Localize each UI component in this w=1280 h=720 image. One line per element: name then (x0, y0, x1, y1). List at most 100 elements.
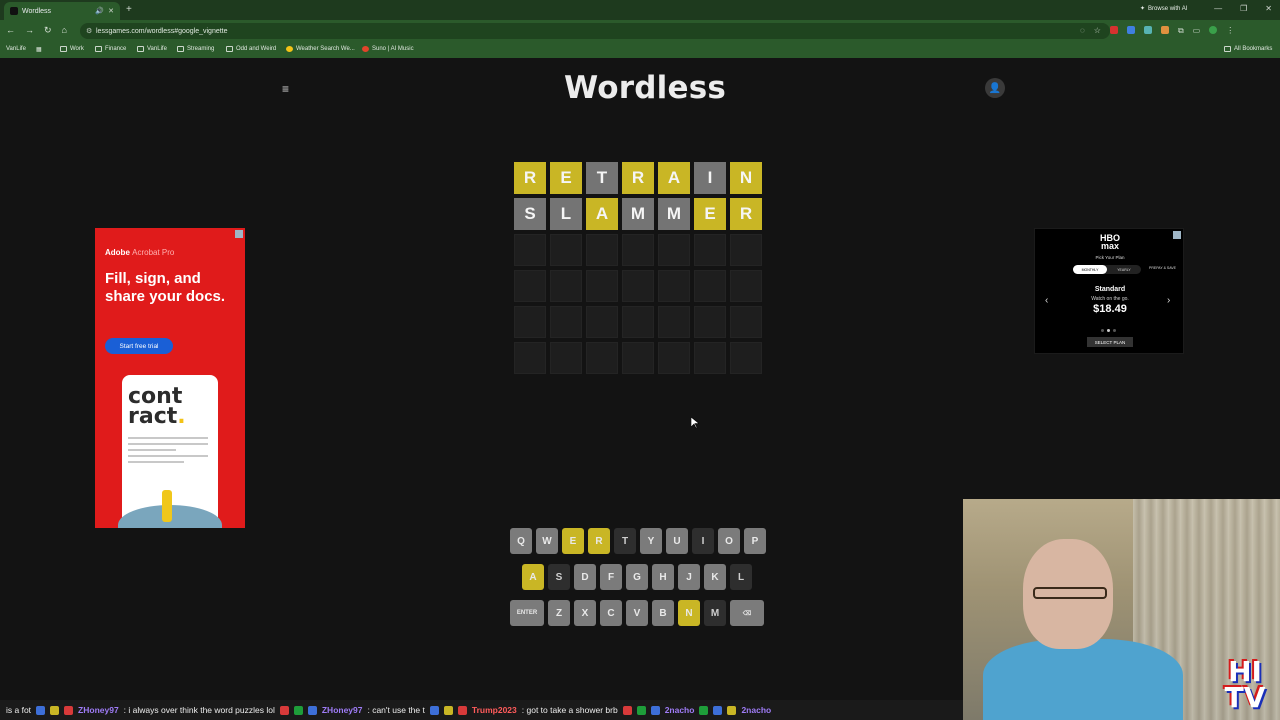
tab-favicon-icon (10, 7, 18, 15)
letter-tile (550, 342, 582, 374)
monthly-option[interactable]: MONTHLY (1073, 265, 1107, 274)
key-i[interactable]: I (692, 528, 714, 554)
mouse-cursor-icon (690, 416, 700, 434)
home-icon[interactable]: ⌂ (62, 25, 67, 36)
chat-message-text: : got to take a shower brb (521, 705, 618, 715)
bookmark-folder-streaming[interactable]: Streaming (177, 46, 214, 52)
bookmark-folder-vanlife[interactable]: VanLife (137, 46, 167, 52)
bookmark-folder-work[interactable]: Work (60, 46, 84, 52)
bookmark-suno[interactable]: Suno | AI Music (362, 46, 414, 52)
backspace-key[interactable]: ⌫ (730, 600, 764, 626)
pick-plan-text: Pick Your Plan (1095, 255, 1125, 260)
key-p[interactable]: P (744, 528, 766, 554)
letter-tile: M (622, 198, 654, 230)
key-a[interactable]: A (522, 564, 544, 590)
letter-tile (658, 342, 690, 374)
bookmark-label: Suno | AI Music (372, 46, 414, 52)
key-m[interactable]: M (704, 600, 726, 626)
key-y[interactable]: Y (640, 528, 662, 554)
key-e[interactable]: E (562, 528, 584, 554)
tab-title: Wordless (22, 7, 52, 15)
key-z[interactable]: Z (548, 600, 570, 626)
account-icon[interactable]: 👤 (985, 78, 1005, 98)
chat-badge-icon (36, 705, 46, 715)
letter-tile (514, 342, 546, 374)
contract-document-image: cont ract. (118, 375, 222, 528)
ad-headline: Fill, sign, and share your docs. (105, 270, 226, 305)
keyboard-row: ASDFGHJKL (510, 564, 766, 590)
plan-subtitle: Watch on the go. (1091, 296, 1129, 302)
key-f[interactable]: F (600, 564, 622, 590)
hbo-max-ad[interactable]: HBO max Pick Your Plan MONTHLY YEARLY PRE… (1034, 228, 1184, 354)
letter-tile: A (658, 162, 690, 194)
adobe-ad[interactable]: Adobe Acrobat Pro Fill, sign, and share … (95, 228, 245, 528)
key-x[interactable]: X (574, 600, 596, 626)
reload-icon[interactable]: ↻ (44, 25, 52, 36)
browser-tab[interactable]: Wordless 🔊 ✕ (4, 2, 120, 20)
menu-hamburger-icon[interactable]: ≡ (282, 82, 289, 96)
key-d[interactable]: D (574, 564, 596, 590)
bookmark-star-icon[interactable]: ☆ (1094, 26, 1101, 36)
plan-name: Standard (1094, 286, 1126, 293)
yearly-option[interactable]: YEARLY (1107, 268, 1141, 272)
all-bookmarks[interactable]: All Bookmarks (1224, 46, 1272, 52)
new-tab-icon[interactable]: + (126, 4, 132, 15)
browse-with-ai-button[interactable]: ✦ Browse with AI (1140, 5, 1187, 13)
site-info-icon[interactable]: ⚙ (86, 27, 92, 35)
key-j[interactable]: J (678, 564, 700, 590)
key-u[interactable]: U (666, 528, 688, 554)
extension-orange-icon[interactable] (1160, 26, 1169, 34)
key-n[interactable]: N (678, 600, 700, 626)
tab-audio-icon[interactable]: 🔊 (95, 7, 104, 15)
eye-off-icon[interactable]: ◌ (1080, 26, 1085, 36)
key-o[interactable]: O (718, 528, 740, 554)
start-free-trial-button[interactable]: Start free trial (105, 338, 173, 354)
key-q[interactable]: Q (510, 528, 532, 554)
tab-close-icon[interactable]: ✕ (108, 7, 114, 15)
bookmark-vanlife[interactable]: VanLife (6, 46, 26, 52)
key-w[interactable]: W (536, 528, 558, 554)
bookmark-label: Streaming (187, 46, 215, 52)
key-t[interactable]: T (614, 528, 636, 554)
key-k[interactable]: K (704, 564, 726, 590)
webcam-overlay: HI TV (963, 499, 1280, 720)
pen-icon (162, 490, 172, 522)
extension-red-icon[interactable] (1109, 26, 1118, 34)
close-window-icon[interactable]: ✕ (1265, 4, 1272, 13)
forward-icon[interactable]: → (25, 25, 34, 36)
bookmark-weather[interactable]: Weather Search We... (286, 46, 355, 52)
extensions-puzzle-icon[interactable]: ⧉ (1178, 26, 1184, 36)
menu-kebab-icon[interactable]: ⋮ (1226, 26, 1234, 36)
sidepanel-icon[interactable]: ▭ (1193, 26, 1201, 36)
bookmark-folder-odd[interactable]: Odd and Weird (226, 46, 276, 52)
minimize-icon[interactable]: — (1214, 4, 1222, 13)
bookmark-label: VanLife (147, 46, 167, 52)
key-c[interactable]: C (600, 600, 622, 626)
enter-key[interactable]: ENTER (510, 600, 544, 626)
letter-tile: M (658, 198, 690, 230)
billing-toggle[interactable]: MONTHLY YEARLY (1073, 265, 1141, 274)
restore-icon[interactable]: ❐ (1240, 4, 1247, 13)
apps-grid-icon[interactable]: ▦ (36, 46, 42, 53)
url-field[interactable]: ⚙ lessgames.com/wordless#google_vignette (80, 23, 1110, 39)
bookmark-folder-finance[interactable]: Finance (95, 46, 126, 52)
keyboard-row: ENTER Z X C V B N M ⌫ (510, 600, 766, 626)
letter-tile (730, 234, 762, 266)
extension-blue-icon[interactable] (1126, 26, 1135, 34)
key-l[interactable]: L (730, 564, 752, 590)
key-v[interactable]: V (626, 600, 648, 626)
chat-username: Trump2023 (471, 705, 517, 715)
key-b[interactable]: B (652, 600, 674, 626)
bookmark-label: VanLife (6, 46, 26, 52)
window-controls: — ❐ ✕ (1214, 4, 1272, 13)
key-r[interactable]: R (588, 528, 610, 554)
profile-avatar-icon[interactable] (1209, 26, 1218, 34)
key-g[interactable]: G (626, 564, 648, 590)
key-s[interactable]: S (548, 564, 570, 590)
back-icon[interactable]: ← (6, 25, 15, 36)
extension-teal-icon[interactable] (1143, 26, 1152, 34)
select-plan-button[interactable]: SELECT PLAN (1087, 337, 1133, 347)
ad-choices-icon[interactable] (235, 230, 243, 238)
key-h[interactable]: H (652, 564, 674, 590)
letter-tile (730, 306, 762, 338)
